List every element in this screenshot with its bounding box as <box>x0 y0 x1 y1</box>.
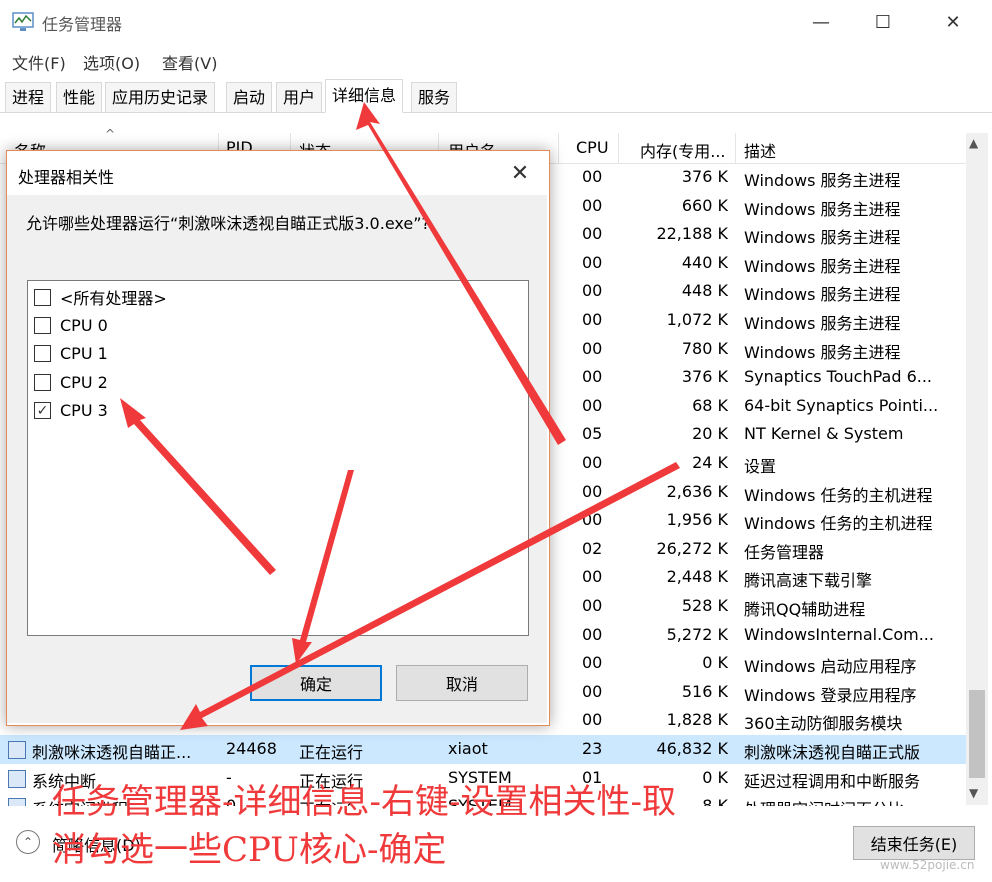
annotation-caption: 任务管理器-详细信息-右键-设置相关性-取 消勾选一些CPU核心-确定 <box>52 778 832 874</box>
arrow-to-ok <box>292 470 354 664</box>
annotation-arrows <box>120 102 680 730</box>
arrow-to-cpu3 <box>120 398 276 575</box>
annotation-line-1: 任务管理器-详细信息-右键-设置相关性-取 <box>52 782 676 822</box>
arrow-to-process <box>180 462 680 730</box>
annotation-line-2: 消勾选一些CPU核心-确定 <box>52 830 447 870</box>
watermark: www.52pojie.cn <box>880 858 975 872</box>
arrow-to-details-tab <box>356 102 566 445</box>
